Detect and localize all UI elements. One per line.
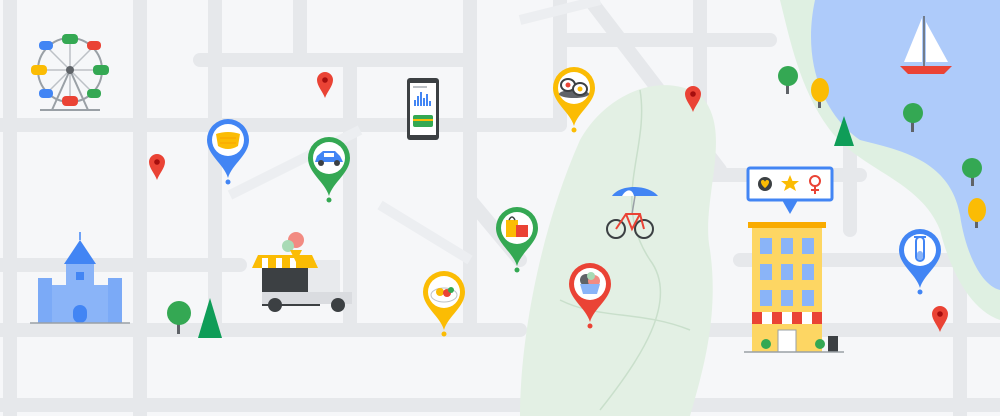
map-view[interactable] xyxy=(0,0,1000,416)
test-tube-icon xyxy=(914,236,926,262)
phone-chart-icon[interactable] xyxy=(407,78,439,140)
face-mask-icon xyxy=(216,132,240,149)
shop-awning xyxy=(752,312,822,324)
heart-icon xyxy=(758,177,772,191)
